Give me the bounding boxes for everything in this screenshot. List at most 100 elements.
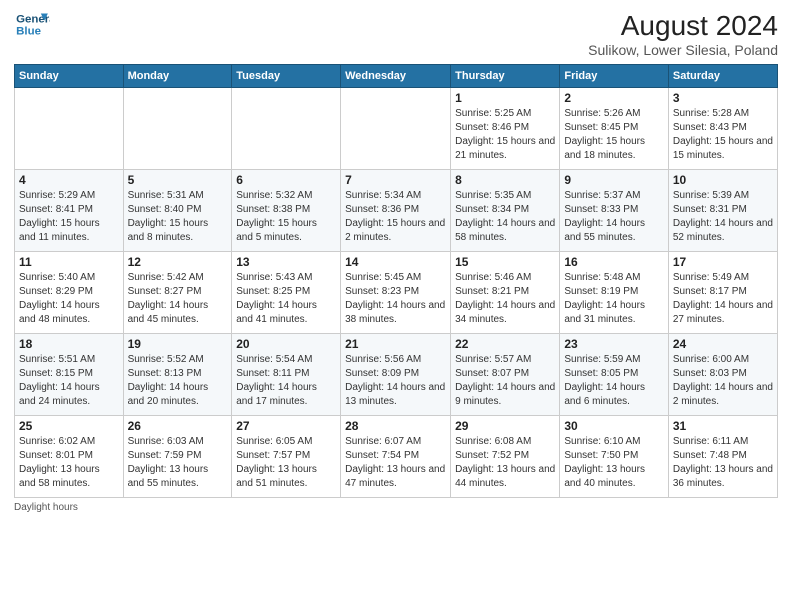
day-number: 12 [128,255,228,269]
day-number: 14 [345,255,446,269]
month-title: August 2024 [588,10,778,42]
day-number: 10 [673,173,773,187]
table-row: 18Sunrise: 5:51 AMSunset: 8:15 PMDayligh… [15,334,124,416]
table-row: 29 Sunrise: 6:08 AMSunset: 7:52 PMDayligh… [451,416,560,498]
table-row: 2Sunrise: 5:26 AMSunset: 8:45 PMDaylight… [560,88,669,170]
day-number: 26 [128,419,228,433]
table-row: 25Sunrise: 6:02 AMSunset: 8:01 PMDayligh… [15,416,124,498]
day-info: Sunrise: 5:56 AMSunset: 8:09 PMDaylight:… [345,353,446,409]
table-row: 16 Sunrise: 5:48 AMSunset: 8:19 PMDayligh… [560,252,669,334]
day-number: 8 [455,173,555,187]
table-row: 3 Sunrise: 5:28 AMSunset: 8:43 PMDaylight… [668,88,777,170]
day-number: 2 [564,91,664,105]
table-row: 17Sunrise: 5:49 AMSunset: 8:17 PMDayligh… [668,252,777,334]
day-number: 17 [673,255,773,269]
table-row: 20 Sunrise: 5:54 AMSunset: 8:11 PMDayligh… [232,334,341,416]
col-monday: Monday [123,65,232,88]
day-number: 29 [455,419,555,433]
day-info: Sunrise: 5:46 AMSunset: 8:21 PMDaylight:… [455,271,555,327]
logo-icon: General Blue [14,10,50,40]
day-number: 31 [673,419,773,433]
table-row: 11 Sunrise: 5:40 AMSunset: 8:29 PMDayligh… [15,252,124,334]
table-row: 7 Sunrise: 5:34 AMSunset: 8:36 PMDaylight… [341,170,451,252]
table-row: 28 Sunrise: 6:07 AMSunset: 7:54 PMDayligh… [341,416,451,498]
day-info: Sunrise: 5:40 AMSunset: 8:29 PMDaylight:… [19,271,119,327]
day-info: Sunrise: 5:45 AMSunset: 8:23 PMDaylight:… [345,271,446,327]
table-row [232,88,341,170]
day-number: 21 [345,337,446,351]
day-number: 3 [673,91,773,105]
day-number: 15 [455,255,555,269]
day-info: Sunrise: 5:54 AMSunset: 8:11 PMDaylight:… [236,353,336,409]
day-number: 7 [345,173,446,187]
calendar-week-row: 25Sunrise: 6:02 AMSunset: 8:01 PMDayligh… [15,416,778,498]
title-block: August 2024 Sulikow, Lower Silesia, Pola… [588,10,778,58]
table-row: 22 Sunrise: 5:57 AMSunset: 8:07 PMDayligh… [451,334,560,416]
subtitle: Sulikow, Lower Silesia, Poland [588,42,778,58]
day-number: 24 [673,337,773,351]
day-info: Sunrise: 6:03 AMSunset: 7:59 PMDaylight:… [128,435,228,491]
day-info: Sunrise: 5:51 AMSunset: 8:15 PMDaylight:… [19,353,119,409]
day-number: 16 [564,255,664,269]
table-row: 8 Sunrise: 5:35 AMSunset: 8:34 PMDaylight… [451,170,560,252]
day-number: 23 [564,337,664,351]
col-friday: Friday [560,65,669,88]
day-info: Sunrise: 5:57 AMSunset: 8:07 PMDaylight:… [455,353,555,409]
table-row: 30 Sunrise: 6:10 AMSunset: 7:50 PMDayligh… [560,416,669,498]
day-number: 4 [19,173,119,187]
day-info: Sunrise: 5:28 AMSunset: 8:43 PMDaylight:… [673,107,773,163]
day-info: Sunrise: 6:00 AMSunset: 8:03 PMDaylight:… [673,353,773,409]
day-info: Sunrise: 6:07 AMSunset: 7:54 PMDaylight:… [345,435,446,491]
table-row: 19 Sunrise: 5:52 AMSunset: 8:13 PMDayligh… [123,334,232,416]
calendar-week-row: 1 Sunrise: 5:25 AMSunset: 8:46 PMDaylight… [15,88,778,170]
day-info: Sunrise: 5:59 AMSunset: 8:05 PMDaylight:… [564,353,664,409]
day-number: 9 [564,173,664,187]
day-number: 1 [455,91,555,105]
day-info: Sunrise: 6:10 AMSunset: 7:50 PMDaylight:… [564,435,664,491]
day-info: Sunrise: 5:42 AMSunset: 8:27 PMDaylight:… [128,271,228,327]
day-number: 19 [128,337,228,351]
table-row: 31Sunrise: 6:11 AMSunset: 7:48 PMDayligh… [668,416,777,498]
day-info: Sunrise: 5:32 AMSunset: 8:38 PMDaylight:… [236,189,336,245]
day-info: Sunrise: 5:39 AMSunset: 8:31 PMDaylight:… [673,189,773,245]
day-info: Sunrise: 5:48 AMSunset: 8:19 PMDaylight:… [564,271,664,327]
table-row [15,88,124,170]
day-number: 5 [128,173,228,187]
day-number: 22 [455,337,555,351]
day-number: 11 [19,255,119,269]
table-row [123,88,232,170]
col-sunday: Sunday [15,65,124,88]
day-info: Sunrise: 5:31 AMSunset: 8:40 PMDaylight:… [128,189,228,245]
day-info: Sunrise: 5:29 AMSunset: 8:41 PMDaylight:… [19,189,119,245]
day-info: Sunrise: 6:08 AMSunset: 7:52 PMDaylight:… [455,435,555,491]
logo: General Blue [14,10,50,40]
table-row: 9 Sunrise: 5:37 AMSunset: 8:33 PMDaylight… [560,170,669,252]
table-row: 4 Sunrise: 5:29 AMSunset: 8:41 PMDaylight… [15,170,124,252]
table-row: 23 Sunrise: 5:59 AMSunset: 8:05 PMDayligh… [560,334,669,416]
day-number: 27 [236,419,336,433]
day-info: Sunrise: 5:25 AMSunset: 8:46 PMDaylight:… [455,107,555,163]
day-info: Sunrise: 5:34 AMSunset: 8:36 PMDaylight:… [345,189,446,245]
table-row: 15 Sunrise: 5:46 AMSunset: 8:21 PMDayligh… [451,252,560,334]
table-row: 21 Sunrise: 5:56 AMSunset: 8:09 PMDayligh… [341,334,451,416]
calendar-week-row: 4 Sunrise: 5:29 AMSunset: 8:41 PMDaylight… [15,170,778,252]
table-row: 10 Sunrise: 5:39 AMSunset: 8:31 PMDayligh… [668,170,777,252]
calendar-table: Sunday Monday Tuesday Wednesday Thursday… [14,64,778,498]
day-info: Sunrise: 5:43 AMSunset: 8:25 PMDaylight:… [236,271,336,327]
day-number: 28 [345,419,446,433]
table-row: 13Sunrise: 5:43 AMSunset: 8:25 PMDayligh… [232,252,341,334]
calendar-header-row: Sunday Monday Tuesday Wednesday Thursday… [15,65,778,88]
calendar-week-row: 11 Sunrise: 5:40 AMSunset: 8:29 PMDayligh… [15,252,778,334]
day-info: Sunrise: 6:02 AMSunset: 8:01 PMDaylight:… [19,435,119,491]
col-thursday: Thursday [451,65,560,88]
day-number: 20 [236,337,336,351]
svg-text:Blue: Blue [16,26,41,38]
day-info: Sunrise: 5:52 AMSunset: 8:13 PMDaylight:… [128,353,228,409]
day-info: Sunrise: 5:35 AMSunset: 8:34 PMDaylight:… [455,189,555,245]
calendar-week-row: 18Sunrise: 5:51 AMSunset: 8:15 PMDayligh… [15,334,778,416]
table-row: 14 Sunrise: 5:45 AMSunset: 8:23 PMDayligh… [341,252,451,334]
table-row: 27Sunrise: 6:05 AMSunset: 7:57 PMDayligh… [232,416,341,498]
day-info: Sunrise: 5:37 AMSunset: 8:33 PMDaylight:… [564,189,664,245]
table-row: 24 Sunrise: 6:00 AMSunset: 8:03 PMDayligh… [668,334,777,416]
day-number: 30 [564,419,664,433]
